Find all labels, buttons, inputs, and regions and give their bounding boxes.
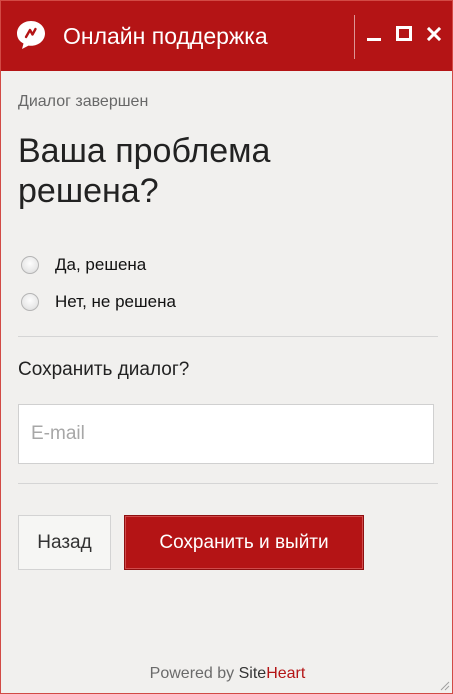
powered-by-text: Powered by (149, 665, 239, 682)
powered-by-footer: Powered by SiteHeart (1, 665, 452, 683)
radio-button[interactable] (21, 293, 39, 311)
divider (18, 483, 438, 484)
option-resolved[interactable]: Да, решена (21, 253, 146, 277)
option-not-resolved[interactable]: Нет, не решена (21, 290, 176, 314)
option-not-resolved-label: Нет, не решена (55, 292, 176, 311)
option-resolved-label: Да, решена (55, 255, 147, 274)
save-dialog-question: Сохранить диалог? (18, 359, 190, 380)
window-title: Онлайн поддержка (63, 23, 268, 49)
minimize-icon[interactable] (363, 23, 385, 45)
brand-link-heart[interactable]: Heart (266, 665, 305, 682)
save-and-exit-button[interactable]: Сохранить и выйти (124, 515, 364, 570)
email-field[interactable] (18, 404, 434, 464)
radio-button[interactable] (21, 256, 39, 274)
dialog-status: Диалог завершен (18, 93, 149, 110)
brand-link-site[interactable]: Site (239, 665, 267, 682)
resize-grip-icon[interactable] (438, 679, 450, 691)
close-icon[interactable] (423, 23, 445, 45)
title-separator (354, 15, 355, 59)
maximize-icon[interactable] (393, 23, 415, 45)
back-button[interactable]: Назад (18, 515, 111, 570)
divider (18, 336, 438, 337)
resolution-question: Ваша проблема решена? (18, 132, 271, 210)
siteheart-logo-icon (17, 21, 45, 49)
chat-window: Онлайн поддержка Диалог завершен Ваша пр… (0, 0, 453, 694)
title-bar: Онлайн поддержка (1, 1, 452, 71)
